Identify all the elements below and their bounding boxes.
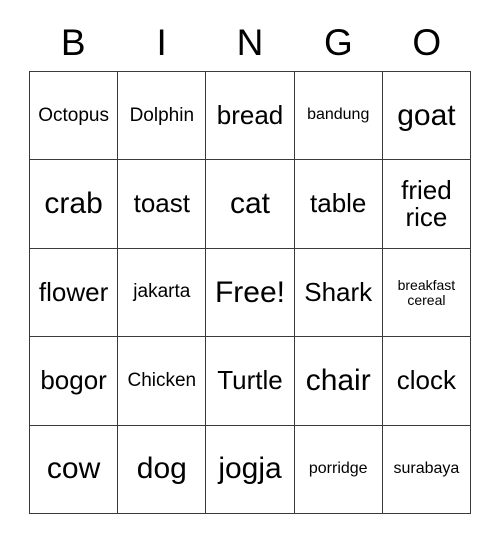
bingo-cell[interactable]: Chicken xyxy=(118,337,207,426)
bingo-cell[interactable]: surabaya xyxy=(382,425,472,515)
bingo-cell-label: bogor xyxy=(40,365,107,396)
bingo-cell-label: flower xyxy=(38,276,109,307)
bingo-cell-label: bread xyxy=(216,99,284,130)
bingo-cell-label: crab xyxy=(44,187,103,221)
bingo-header-letter-g: G xyxy=(323,22,353,63)
bingo-cell[interactable]: jakarta xyxy=(118,248,207,338)
bingo-cell[interactable]: dog xyxy=(118,425,207,515)
bingo-cell-label: cow xyxy=(46,452,101,486)
bingo-cell-label: Dolphin xyxy=(129,104,195,126)
bingo-cell[interactable]: porridge xyxy=(294,425,383,515)
bingo-cell[interactable]: jogja xyxy=(206,425,295,515)
bingo-cell-label: jakarta xyxy=(133,281,191,303)
bingo-row: crab toast cat table fried rice xyxy=(30,160,472,249)
bingo-cell[interactable]: goat xyxy=(382,72,472,161)
bingo-cell-label: toast xyxy=(133,188,190,219)
bingo-cell[interactable]: bread xyxy=(206,72,295,161)
bingo-cell[interactable]: Shark xyxy=(294,248,383,338)
bingo-cell[interactable]: bogor xyxy=(30,337,119,426)
bingo-cell-label: cat xyxy=(229,187,271,221)
bingo-cell-label: Free! xyxy=(214,275,286,309)
bingo-header-letter-n: N xyxy=(236,22,264,63)
bingo-cell-free-space[interactable]: Free! xyxy=(206,248,295,338)
bingo-cell[interactable]: clock xyxy=(382,337,472,426)
bingo-cell[interactable]: bandung xyxy=(294,72,383,161)
bingo-cell[interactable]: fried rice xyxy=(382,160,472,249)
bingo-row: Octopus Dolphin bread bandung goat xyxy=(30,72,472,161)
bingo-header-letter-o: O xyxy=(412,22,442,63)
bingo-cell-label: fried rice xyxy=(401,174,452,233)
bingo-row: flower jakarta Free! Shark breakfast cer… xyxy=(30,248,472,338)
bingo-cell-label: jogja xyxy=(218,452,282,486)
bingo-cell-label: porridge xyxy=(308,459,368,477)
bingo-cell-label: table xyxy=(310,188,367,219)
bingo-cell-label: goat xyxy=(397,98,456,132)
bingo-cell[interactable]: breakfast cereal xyxy=(382,248,472,338)
bingo-cell-label: chair xyxy=(305,364,371,398)
bingo-cell[interactable]: cow xyxy=(30,425,119,515)
bingo-cell[interactable]: chair xyxy=(294,337,383,426)
bingo-cell-label: Octopus xyxy=(38,104,109,126)
bingo-grid: Octopus Dolphin bread bandung goat crab … xyxy=(29,71,472,515)
bingo-cell[interactable]: Turtle xyxy=(206,337,295,426)
bingo-header-row: B I N G O xyxy=(29,14,471,71)
bingo-cell[interactable]: crab xyxy=(30,160,119,249)
bingo-cell[interactable]: Dolphin xyxy=(118,72,207,161)
bingo-cell-label: breakfast cereal xyxy=(397,276,456,308)
bingo-card: B I N G O Octopus Dolphin bread bandung … xyxy=(0,0,500,544)
bingo-row: bogor Chicken Turtle chair clock xyxy=(30,337,472,426)
bingo-cell[interactable]: cat xyxy=(206,160,295,249)
bingo-cell-label: Chicken xyxy=(127,369,197,391)
bingo-cell-label: Turtle xyxy=(217,365,283,396)
bingo-cell-label: clock xyxy=(396,365,457,396)
bingo-cell-label: bandung xyxy=(307,106,370,124)
bingo-header-letter-b: B xyxy=(60,22,86,63)
bingo-cell[interactable]: table xyxy=(294,160,383,249)
bingo-header-letter-i: I xyxy=(156,22,167,63)
bingo-cell[interactable]: Octopus xyxy=(30,72,119,161)
bingo-cell-label: Shark xyxy=(304,276,373,307)
bingo-row: cow dog jogja porridge surabaya xyxy=(30,425,472,515)
bingo-cell-label: dog xyxy=(136,452,187,486)
bingo-cell-label: surabaya xyxy=(393,459,460,477)
bingo-cell[interactable]: flower xyxy=(30,248,119,338)
bingo-cell[interactable]: toast xyxy=(118,160,207,249)
